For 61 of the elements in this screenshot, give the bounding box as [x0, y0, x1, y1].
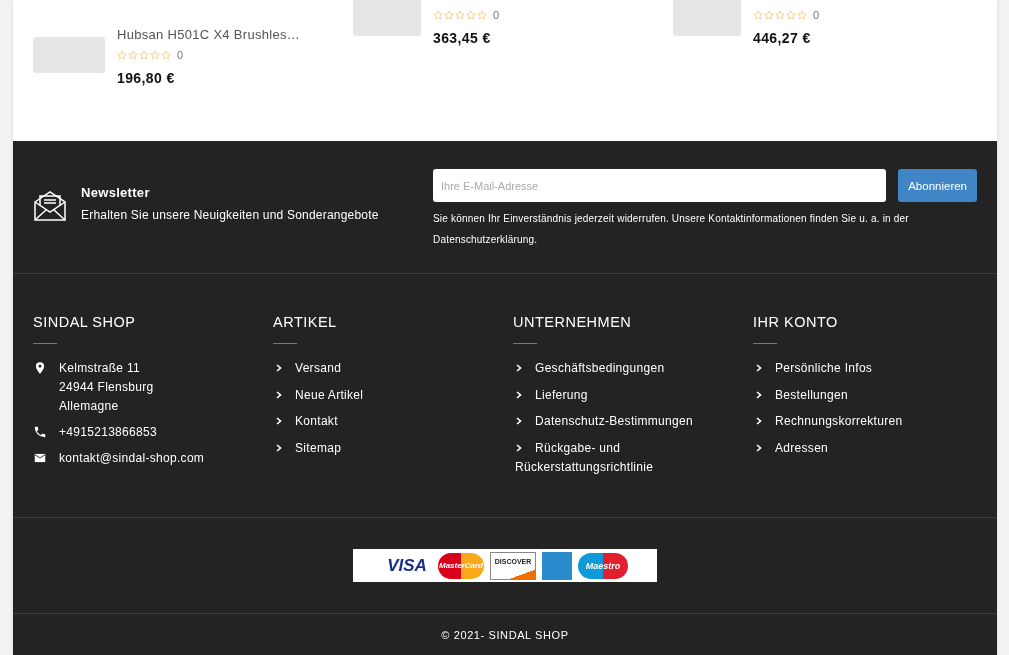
card-logo [542, 551, 572, 580]
card-logo: MasterCard [438, 552, 484, 579]
rating-count: 0 [493, 9, 500, 21]
card-logo: VISA [386, 554, 428, 577]
chevron-right-icon [755, 390, 763, 399]
footer-link[interactable]: Geschäftsbedingungen [513, 359, 753, 378]
footer-link[interactable]: Adressen [753, 438, 977, 458]
chevron-right-icon [275, 364, 283, 372]
drone-photo-placeholder[interactable] [673, 0, 741, 36]
footer-link[interactable]: Bestellungen [753, 385, 977, 405]
newsletter-title: Newsletter [81, 185, 151, 200]
phone-icon [33, 425, 47, 439]
chevron-right-icon [755, 443, 763, 452]
product-price: 446,27 € [753, 30, 812, 46]
address-line: Allemagne [59, 398, 120, 415]
chevron-right-icon [755, 364, 763, 372]
footer-link[interactable]: Kontakt [273, 412, 513, 431]
subscribe-button[interactable]: Abonnieren [898, 169, 977, 202]
footer-link[interactable]: Sitemap [273, 438, 513, 458]
footer-link[interactable]: Versand [273, 359, 513, 378]
footer-link[interactable]: Rechnungskorrekturen [753, 412, 977, 431]
footer-link[interactable]: Neue Artikel [273, 385, 513, 405]
location-pin-icon [33, 361, 47, 375]
email-link[interactable]: kontakt@sindal-shop.com [59, 449, 205, 468]
drone-photo-placeholder[interactable] [353, 0, 421, 36]
drone-photo-placeholder[interactable] [33, 37, 105, 73]
mail-icon [33, 451, 47, 465]
chevron-right-icon [515, 364, 523, 372]
chevron-right-icon [275, 390, 283, 399]
chevron-right-icon [275, 443, 283, 452]
consent-notice: Sie können Ihr Einverständnis jederzeit widerrufen. Unsere Kontaktinformationen finden Sie u. a. in der Datenschutzerklärung. [433, 212, 910, 247]
chevron-right-icon [755, 417, 763, 425]
column-heading: SINDAL SHOP [33, 314, 137, 330]
product-price: 196,80 € [117, 70, 176, 86]
product-price: 363,45 € [433, 30, 492, 46]
footer-link[interactable]: Persönliche Infos [753, 359, 977, 378]
footer-link[interactable]: Datenschutz-Bestimmungen [513, 412, 753, 431]
newsletter-envelope-icon [33, 188, 67, 222]
rating-count: 0 [177, 49, 184, 61]
chevron-right-icon [515, 443, 523, 452]
email-input-field[interactable]: Ihre E-Mail-Adresse [433, 169, 887, 202]
card-logo: Maestro [578, 552, 628, 579]
address-line: Kelmstraße 11 [59, 360, 142, 377]
product-title-link[interactable]: Hubsan H501C X4 Brushles… [117, 27, 301, 42]
column-heading: UNTERNEHMEN [513, 314, 633, 330]
copyright-text: © 2021- SINDAL SHOP [441, 628, 569, 641]
heading-underline [753, 343, 777, 344]
chevron-right-icon [515, 417, 523, 425]
column-heading: IHR KONTO [753, 314, 839, 330]
footer-link[interactable]: Lieferung [513, 385, 753, 405]
rating-count: 0 [813, 9, 820, 21]
chevron-right-icon [275, 417, 283, 425]
newsletter-subtitle: Erhalten Sie unsere Neuigkeiten und Sonderangebote [81, 208, 379, 222]
chevron-right-icon [515, 390, 523, 399]
footer-link[interactable]: Rückgabe- und Rückerstattungsrichtlinie [513, 438, 753, 477]
phone-number: +4915213866853 [59, 424, 157, 441]
heading-underline [33, 343, 57, 344]
address-line: 24944 Flensburg [59, 379, 154, 396]
heading-underline [513, 343, 537, 344]
heading-underline [273, 343, 297, 344]
column-heading: ARTIKEL [273, 314, 338, 330]
